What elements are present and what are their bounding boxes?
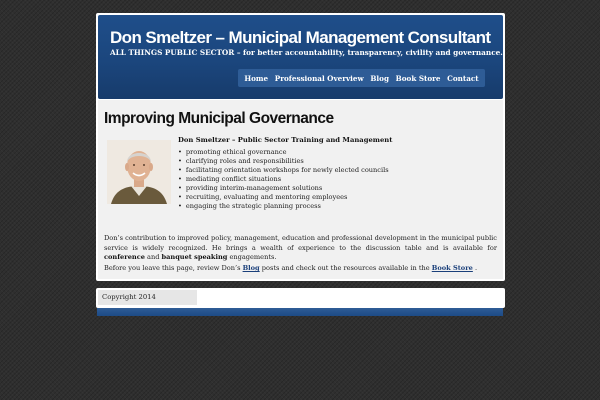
list-item: clarifying roles and responsibilities (178, 157, 389, 166)
list-item: mediating conflict situations (178, 175, 389, 184)
conference-emphasis: conference (104, 253, 145, 261)
site-header: Don Smeltzer – Municipal Management Cons… (98, 15, 503, 99)
site-tagline: ALL THINGS PUBLIC SECTOR – for better ac… (110, 48, 503, 57)
footer-bar (97, 308, 503, 316)
paragraph-text: and (144, 253, 162, 261)
list-item: engaging the strategic planning process (178, 202, 389, 211)
copyright-text: Copyright 2014 (98, 290, 197, 305)
book-store-link[interactable]: Book Store (432, 264, 473, 272)
paragraph-text: . (472, 264, 478, 272)
list-item: facilitating orientation workshops for n… (178, 166, 389, 175)
paragraph-text: engagements. (227, 253, 277, 261)
page-heading: Improving Municipal Governance (104, 110, 334, 127)
nav-home[interactable]: Home (244, 74, 268, 83)
list-item: promoting ethical governance (178, 148, 389, 157)
nav-professional-overview[interactable]: Professional Overview (275, 74, 364, 83)
site-footer: Copyright 2014 (96, 288, 505, 308)
review-paragraph: Before you leave this page, review Don’s… (104, 264, 497, 274)
banquet-speaking-emphasis: banquet speaking (161, 253, 228, 261)
paragraph-text: posts and check out the resources availa… (259, 264, 432, 272)
portrait-photo (107, 140, 171, 204)
main-content: Improving Municipal Governance Don Smelt… (98, 100, 503, 279)
nav-blog[interactable]: Blog (370, 74, 389, 83)
page-container: Don Smeltzer – Municipal Management Cons… (96, 13, 505, 281)
blog-link[interactable]: Blog (243, 264, 260, 272)
nav-contact[interactable]: Contact (447, 74, 478, 83)
intro-title: Don Smeltzer – Public Sector Training an… (178, 136, 393, 144)
list-item: providing interim-management solutions (178, 184, 389, 193)
paragraph-text: Before you leave this page, review Don’s (104, 264, 243, 272)
services-list: promoting ethical governance clarifying … (178, 148, 389, 211)
site-title[interactable]: Don Smeltzer – Municipal Management Cons… (110, 28, 491, 48)
paragraph-text: Don’s contribution to improved policy, m… (104, 234, 497, 252)
list-item: recruiting, evaluating and mentoring emp… (178, 193, 389, 202)
contribution-paragraph: Don’s contribution to improved policy, m… (104, 234, 497, 263)
nav-book-store[interactable]: Book Store (396, 74, 441, 83)
main-nav: Home Professional Overview Blog Book Sto… (238, 69, 485, 87)
